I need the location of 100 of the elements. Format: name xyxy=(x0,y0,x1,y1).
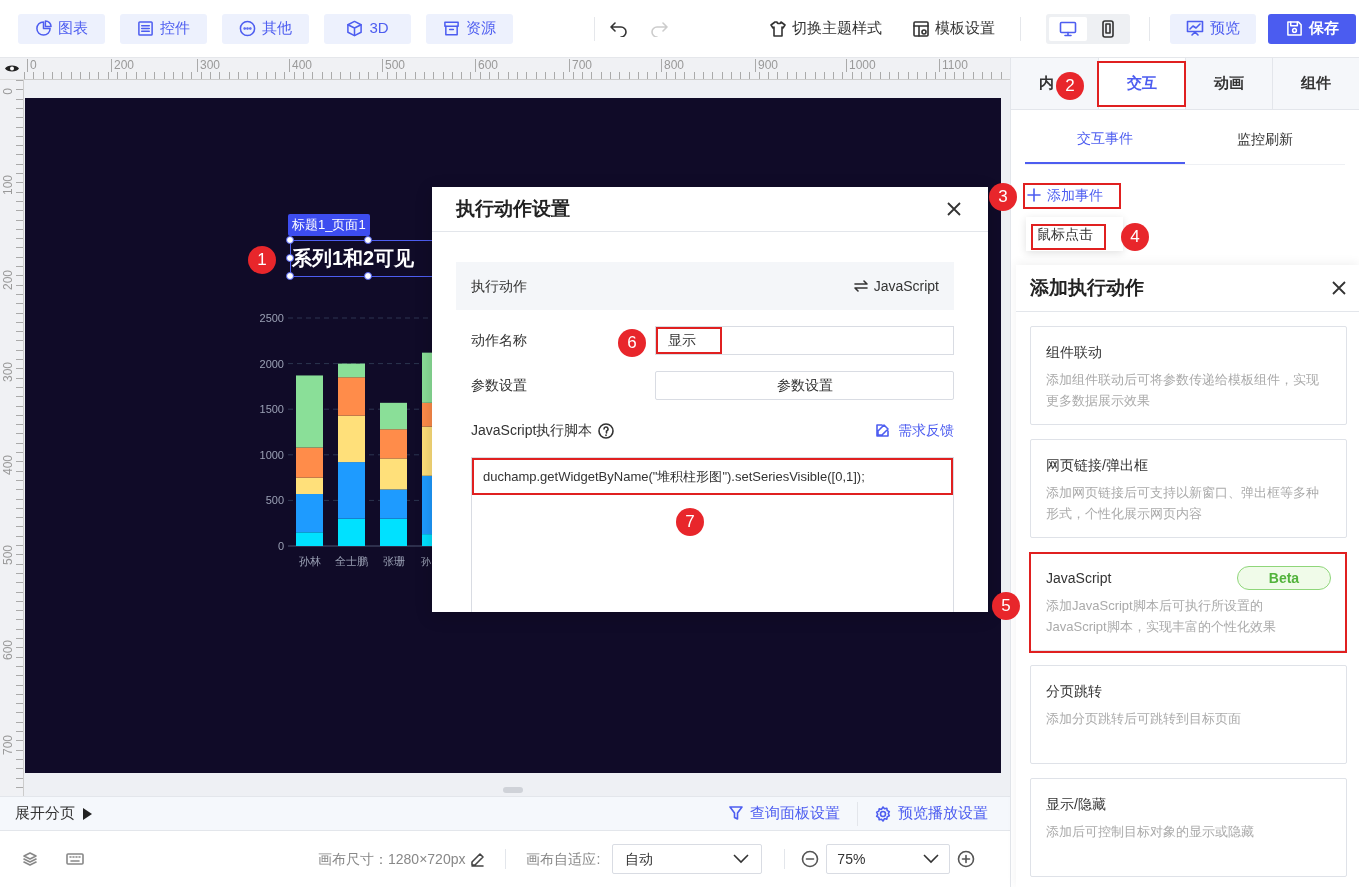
ruler-label: 800 xyxy=(661,59,685,72)
action-type: JavaScript xyxy=(853,275,939,297)
ruler-label: 700 xyxy=(0,734,16,755)
feedback-link[interactable]: 需求反馈 xyxy=(875,420,954,441)
drawer-title: 添加执行动作 xyxy=(1030,275,1144,300)
archive-icon xyxy=(443,20,460,37)
bar-segment xyxy=(380,518,407,546)
canvas-title[interactable]: 系列1和2可见 xyxy=(292,245,415,270)
sub-tab[interactable]: 监控刷新 xyxy=(1185,115,1345,164)
toolbar-action[interactable]: 模板设置 xyxy=(912,17,995,40)
action-card[interactable]: 分页跳转 添加分页跳转后可跳转到目标页面 xyxy=(1030,665,1347,764)
axis-tick-label: 1500 xyxy=(259,403,284,416)
device-button[interactable] xyxy=(1049,16,1087,41)
keyboard-icon[interactable] xyxy=(66,853,84,866)
bar-segment xyxy=(338,415,365,463)
undo-button[interactable] xyxy=(609,20,629,37)
toolbar-button[interactable]: 资源 xyxy=(426,13,513,44)
card-title: 分页跳转 xyxy=(1046,681,1102,701)
edit-icon[interactable] xyxy=(470,851,486,867)
fit-select[interactable]: 自动 xyxy=(612,844,763,875)
preview-button[interactable]: 预览 xyxy=(1170,13,1256,44)
toolbar-button[interactable]: 控件 xyxy=(120,13,207,44)
bar-segment xyxy=(380,489,407,519)
layers-icon[interactable] xyxy=(22,851,38,868)
component-tag: 标题1_页面1 xyxy=(288,213,370,236)
template-icon xyxy=(912,19,930,38)
ruler-label: 500 xyxy=(382,59,406,72)
ruler-label: 600 xyxy=(475,59,499,72)
card-title: 显示/隐藏 xyxy=(1046,794,1106,814)
help-icon[interactable] xyxy=(598,422,615,439)
phone-icon xyxy=(1101,19,1115,38)
axis-tick-label: 2000 xyxy=(259,357,284,370)
add-event-button[interactable]: 添加事件 xyxy=(1025,182,1105,208)
resize-handle[interactable] xyxy=(364,235,372,244)
ruler-label: 0 xyxy=(0,87,16,95)
zoom-out-icon[interactable] xyxy=(801,850,820,869)
beta-badge: Beta xyxy=(1237,566,1331,590)
action-card[interactable]: 网页链接/弹出框 添加网页链接后可支持以新窗口、弹出框等多种形式，个性化展示网页内容 xyxy=(1030,439,1347,538)
chevron-down-icon xyxy=(923,854,940,865)
edit-icon xyxy=(875,423,890,438)
canvas-size-label: 画布尺寸：1280×720px xyxy=(318,849,466,869)
expand-pages-toggle[interactable]: 展开分页 xyxy=(15,802,92,825)
card-title: 组件联动 xyxy=(1046,342,1102,362)
ruler-label: 0 xyxy=(27,59,37,72)
save-button[interactable]: 保存 xyxy=(1268,13,1356,44)
resize-handle[interactable] xyxy=(364,271,372,280)
toolbar-action[interactable]: 切换主题样式 xyxy=(769,17,882,40)
toolbar-button[interactable]: 其他 xyxy=(222,13,309,44)
ruler-label: 300 xyxy=(197,59,221,72)
dialog-title: 执行动作设置 xyxy=(456,196,570,221)
scroll-handle[interactable] xyxy=(503,787,523,794)
panel-link[interactable]: 查询面板设置 xyxy=(729,802,840,825)
axis-tick-label: 2500 xyxy=(259,311,284,324)
ruler-label: 900 xyxy=(755,59,779,72)
bar-segment xyxy=(380,429,407,459)
ruler-label: 400 xyxy=(0,454,16,475)
card-title: 网页链接/弹出框 xyxy=(1046,455,1148,475)
script-label: JavaScript执行脚本 xyxy=(471,421,593,440)
ruler-label: 200 xyxy=(0,269,16,290)
bar-segment xyxy=(380,458,407,490)
fit-label: 画布自适应: xyxy=(526,849,601,869)
zoom-select[interactable]: 75% xyxy=(826,844,951,875)
ruler-label: 600 xyxy=(0,639,16,660)
card-description: 添加JavaScript脚本后可执行所设置的JavaScript脚本，实现丰富的个性化效果 xyxy=(1046,597,1277,636)
ruler-label: 1000 xyxy=(846,59,876,72)
category-label: 全士鹏 xyxy=(335,554,368,567)
action-label: 执行动作 xyxy=(471,276,527,296)
close-icon[interactable] xyxy=(946,201,962,217)
eye-icon xyxy=(4,63,20,74)
card-description: 添加组件联动后可将参数传递给模板组件，实现更多数据展示效果 xyxy=(1046,371,1320,410)
panel-tab[interactable]: 动画 xyxy=(1185,58,1272,109)
toolbar-button[interactable]: 图表 xyxy=(18,13,105,44)
menu-item[interactable]: 鼠标点击 xyxy=(1034,223,1106,245)
ruler-label: 100 xyxy=(0,174,16,195)
axis-tick-label: 500 xyxy=(265,494,284,507)
card-description: 添加网页链接后可支持以新窗口、弹出框等多种形式，个性化展示网页内容 xyxy=(1046,484,1320,523)
panel-link[interactable]: 预览播放设置 xyxy=(875,802,988,825)
card-description: 添加后可控制目标对象的显示或隐藏 xyxy=(1046,823,1255,841)
close-icon[interactable] xyxy=(1331,280,1347,296)
zoom-in-icon[interactable] xyxy=(957,850,976,869)
card-title: JavaScript xyxy=(1046,568,1112,588)
action-card[interactable]: 显示/隐藏 添加后可控制目标对象的显示或隐藏 xyxy=(1030,778,1347,877)
shirt-icon xyxy=(769,19,787,38)
settings-icon xyxy=(875,805,891,822)
annotation-number: 3 xyxy=(989,183,1017,211)
action-card[interactable]: 组件联动 添加组件联动后可将参数传递给模板组件，实现更多数据展示效果 xyxy=(1030,326,1347,425)
axis-tick-label: 1000 xyxy=(259,448,284,461)
toolbar-button[interactable]: 3D xyxy=(324,13,411,44)
action-name-field[interactable]: 显示 xyxy=(655,326,954,355)
axis-tick-label: 0 xyxy=(277,539,284,552)
sub-tab[interactable]: 交互事件 xyxy=(1025,115,1185,164)
category-label: 孙林 xyxy=(298,554,321,567)
field-label: 参数设置 xyxy=(471,376,527,395)
parameter-settings-button[interactable]: 参数设置 xyxy=(655,371,954,400)
category-label: 孙 xyxy=(421,555,431,567)
card-description: 添加分页跳转后可跳转到目标页面 xyxy=(1046,710,1242,728)
ruler-label: 300 xyxy=(0,361,16,382)
save-icon xyxy=(1285,20,1303,37)
panel-tab[interactable]: 组件 xyxy=(1272,58,1359,109)
cube-icon xyxy=(346,20,364,37)
